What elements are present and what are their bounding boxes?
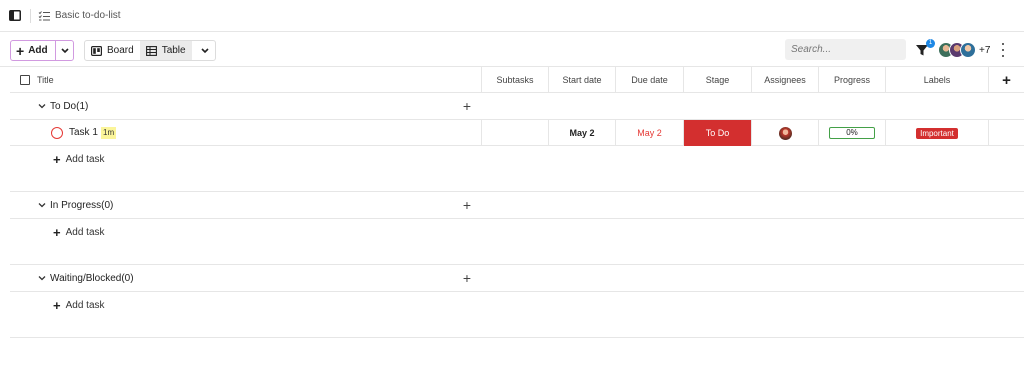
column-header-start-date[interactable]: Start date — [548, 67, 615, 93]
subtasks-cell[interactable] — [481, 120, 548, 146]
add-button-group: + Add — [10, 40, 74, 61]
column-header-due-date[interactable]: Due date — [615, 67, 683, 93]
add-task-button[interactable]: + Add task — [53, 298, 105, 313]
plus-icon: + — [16, 42, 25, 59]
column-header-labels[interactable]: Labels — [885, 67, 988, 93]
chevron-down-icon — [201, 47, 209, 53]
toolbar: + Add Board Table Search... 1 +7 — [0, 33, 1024, 67]
progress-bar: 0% — [829, 127, 875, 139]
table-icon — [145, 45, 157, 56]
plus-icon: + — [53, 225, 61, 240]
view-switcher: Board Table — [84, 40, 216, 61]
group-add-button[interactable]: + — [460, 93, 474, 120]
avatar[interactable] — [778, 126, 792, 140]
sidebar-toggle-icon[interactable] — [9, 10, 21, 21]
table-view-label: Table — [161, 45, 186, 56]
add-dropdown-button[interactable] — [56, 41, 73, 60]
label-badge: Important — [916, 127, 958, 139]
table-row[interactable]: Task 1 1m May 2 May 2 To Do 0% Important — [10, 120, 1024, 146]
assignees-cell[interactable] — [751, 120, 818, 146]
column-header-title[interactable]: Title — [37, 67, 54, 93]
group-header-waiting-blocked: Waiting/Blocked(0) + — [10, 265, 1024, 292]
column-header-subtasks[interactable]: Subtasks — [481, 67, 548, 93]
task-status-circle[interactable] — [51, 127, 63, 139]
add-task-row: + Add task — [10, 146, 1024, 192]
view-dropdown-button[interactable] — [195, 41, 215, 60]
group-name[interactable]: To Do(1) — [50, 93, 88, 120]
progress-cell[interactable]: 0% — [818, 120, 885, 146]
group-add-button[interactable]: + — [460, 265, 474, 292]
members-avatars[interactable]: +7 — [938, 42, 990, 58]
task-title[interactable]: Task 1 — [69, 120, 98, 146]
task-duration-badge: 1m — [101, 127, 117, 139]
board-icon — [91, 45, 102, 56]
column-header-progress[interactable]: Progress — [818, 67, 885, 93]
plus-icon: + — [53, 298, 61, 313]
group-header-todo: To Do(1) + — [10, 93, 1024, 120]
table-header: Title Subtasks Start date Due date Stage… — [10, 67, 1024, 93]
checklist-icon — [38, 11, 50, 21]
chevron-down-icon[interactable] — [38, 274, 46, 282]
search-input[interactable] — [785, 39, 906, 60]
column-header-stage[interactable]: Stage — [683, 67, 751, 93]
add-task-button[interactable]: + Add task — [53, 152, 105, 167]
chevron-down-icon[interactable] — [38, 201, 46, 209]
add-task-label: Add task — [65, 154, 105, 165]
more-members-count[interactable]: +7 — [979, 45, 990, 56]
add-button-label: Add — [28, 45, 48, 56]
divider — [30, 9, 31, 23]
group-name[interactable]: In Progress(0) — [50, 192, 113, 219]
more-options-icon[interactable] — [1001, 43, 1005, 57]
add-task-row: + Add task — [10, 292, 1024, 338]
top-bar: Basic to-do-list — [0, 0, 1024, 32]
empty-cell — [988, 120, 1024, 146]
labels-cell[interactable]: Important — [885, 120, 988, 146]
add-button[interactable]: + Add — [11, 41, 56, 60]
breadcrumb[interactable]: Basic to-do-list — [55, 10, 121, 21]
stage-cell[interactable]: To Do — [683, 120, 751, 146]
select-all-checkbox[interactable] — [20, 75, 30, 85]
add-column-button[interactable]: + — [988, 67, 1024, 93]
chevron-down-icon — [60, 47, 69, 53]
avatar[interactable] — [960, 42, 976, 58]
add-task-label: Add task — [65, 227, 105, 238]
plus-icon: + — [53, 152, 61, 167]
group-header-in-progress: In Progress(0) + — [10, 192, 1024, 219]
chevron-down-icon[interactable] — [38, 102, 46, 110]
board-view-label: Board — [107, 45, 134, 56]
column-header-assignees[interactable]: Assignees — [751, 67, 818, 93]
filter-count-badge: 1 — [926, 39, 935, 48]
start-date-cell[interactable]: May 2 — [548, 120, 615, 146]
table-view-button[interactable]: Table — [139, 41, 192, 60]
board-view-button[interactable]: Board — [85, 41, 140, 60]
group-name[interactable]: Waiting/Blocked(0) — [50, 265, 134, 292]
add-task-button[interactable]: + Add task — [53, 225, 105, 240]
add-task-row: + Add task — [10, 219, 1024, 265]
due-date-cell[interactable]: May 2 — [615, 120, 683, 146]
group-add-button[interactable]: + — [460, 192, 474, 219]
add-task-label: Add task — [65, 300, 105, 311]
